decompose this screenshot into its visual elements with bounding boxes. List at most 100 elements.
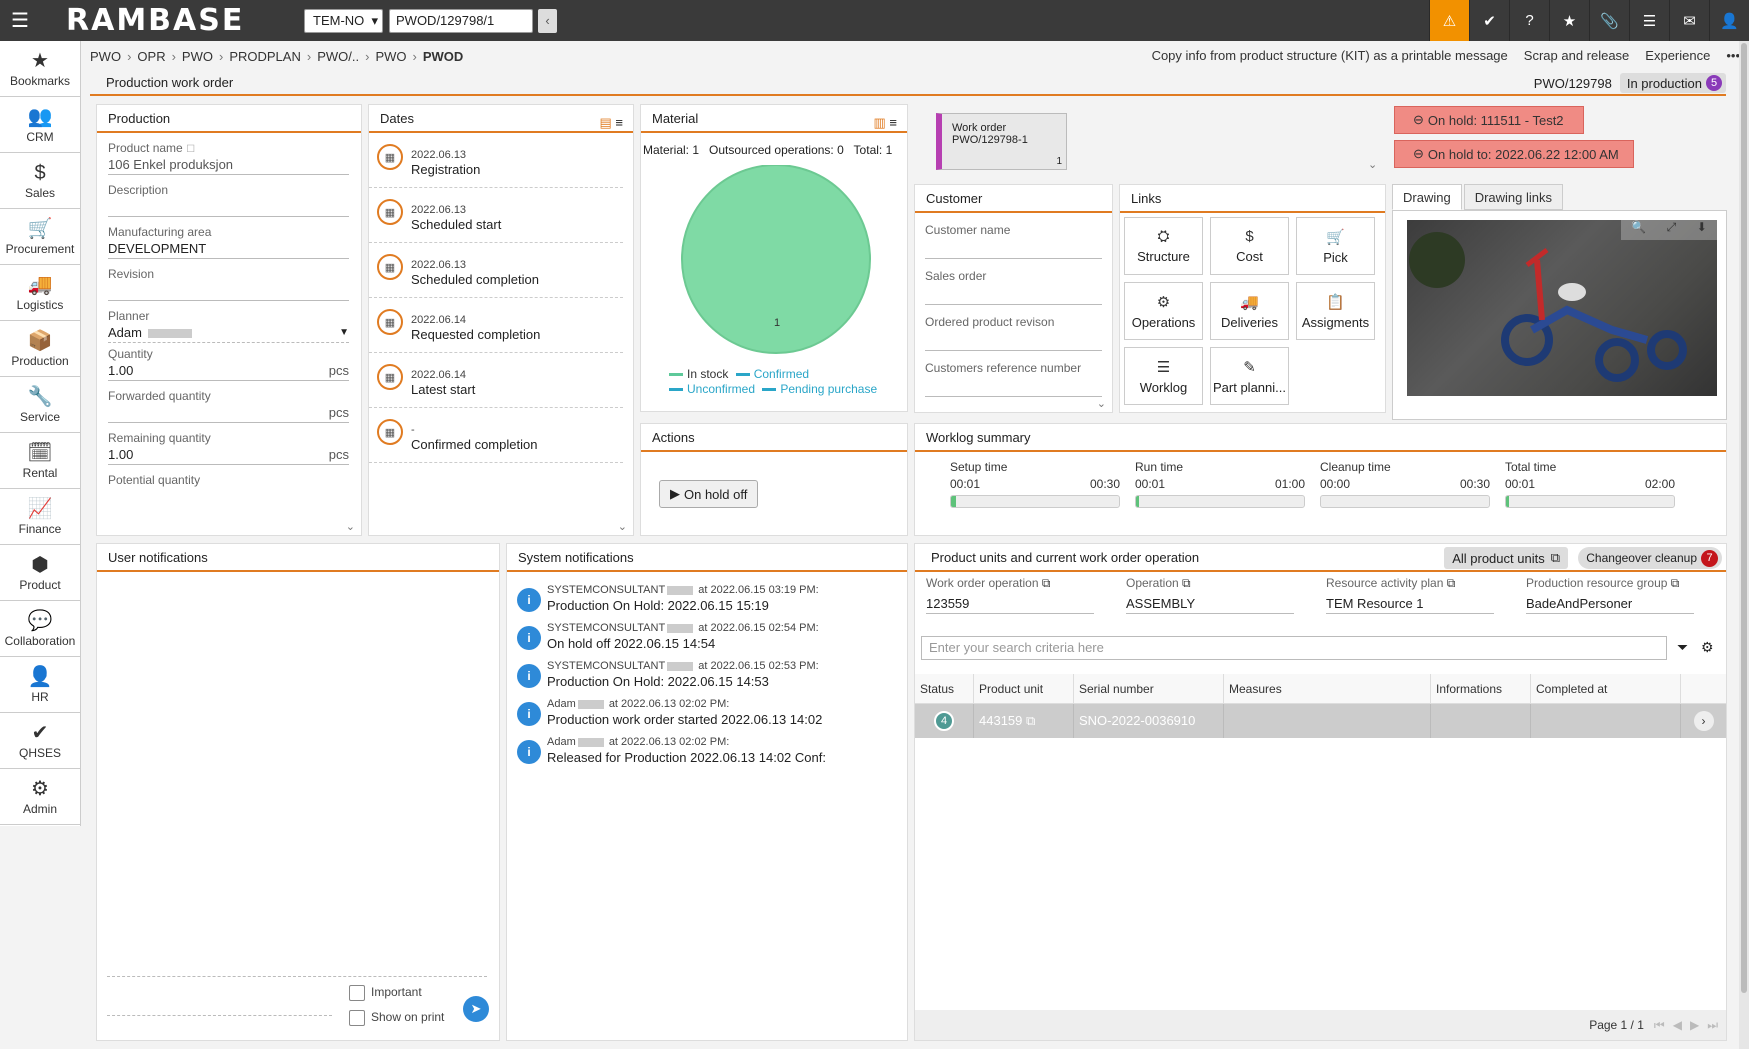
customer-field-value[interactable]: [925, 237, 1102, 259]
sidebar-item-procurement[interactable]: 🛒 Procurement: [0, 209, 80, 265]
expand-icon[interactable]: ⌄: [618, 520, 627, 533]
menu-icon[interactable]: ≡: [889, 115, 897, 130]
help-icon[interactable]: ?: [1509, 0, 1549, 41]
breadcrumb-item[interactable]: PWO: [182, 49, 213, 64]
revision-field[interactable]: [108, 281, 349, 301]
company-select[interactable]: TEM-NO ▾: [304, 8, 383, 33]
document-id-input[interactable]: PWOD/129798/1: [389, 8, 533, 33]
sidebar-item-sales[interactable]: $ Sales: [0, 153, 80, 209]
forwarded-quantity-field[interactable]: pcs: [108, 403, 349, 423]
sidebar-item-bookmarks[interactable]: ★ Bookmarks: [0, 41, 80, 97]
column-header-status[interactable]: Status: [915, 674, 974, 703]
sidebar-item-crm[interactable]: 👥 CRM: [0, 97, 80, 153]
sidebar-item-qhses[interactable]: ✔ QHSES: [0, 713, 80, 769]
customer-field[interactable]: Sales order: [925, 269, 1102, 305]
sidebar-item-finance[interactable]: 📈 Finance: [0, 489, 80, 545]
message-input-secondary[interactable]: [107, 1015, 332, 1016]
customer-field-value[interactable]: [925, 329, 1102, 351]
customer-field-value[interactable]: [925, 375, 1102, 397]
sidebar-item-collaboration[interactable]: 💬 Collaboration: [0, 601, 80, 657]
checkbox[interactable]: [349, 985, 365, 1001]
hamburger-menu-icon[interactable]: ☰: [0, 0, 40, 41]
breadcrumb-action-link[interactable]: Copy info from product structure (KIT) a…: [1152, 48, 1508, 63]
prev-page-icon[interactable]: ◀: [1673, 1018, 1682, 1032]
sidebar-item-logistics[interactable]: 🚚 Logistics: [0, 265, 80, 321]
sidebar-item-rental[interactable]: 🗓 Rental: [0, 433, 80, 489]
link-operations-button[interactable]: ⚙ Operations: [1124, 282, 1203, 340]
more-actions-icon[interactable]: •••: [1726, 48, 1740, 63]
row-expand-button[interactable]: ›: [1681, 704, 1726, 738]
link-assigments-button[interactable]: 📋 Assigments: [1296, 282, 1375, 340]
on-hold-to-badge[interactable]: ⊖ On hold to: 2022.06.22 12:00 AM: [1394, 140, 1634, 168]
on-hold-off-button[interactable]: ▶ On hold off: [659, 480, 759, 508]
link-pick-button[interactable]: 🛒 Pick: [1296, 217, 1375, 275]
expand-icon[interactable]: ⌄: [1368, 158, 1377, 171]
breadcrumb-action-link[interactable]: Experience: [1645, 48, 1710, 63]
tab-drawing[interactable]: Drawing: [1392, 184, 1462, 210]
expand-icon[interactable]: ⌄: [1097, 397, 1106, 410]
link-worklog-button[interactable]: ☰ Worklog: [1124, 347, 1203, 405]
customer-field-value[interactable]: [925, 283, 1102, 305]
next-page-icon[interactable]: ▶: [1690, 1018, 1699, 1032]
breadcrumb-action-link[interactable]: Scrap and release: [1524, 48, 1630, 63]
product-unit-field-label[interactable]: Resource activity plan ⧉: [1326, 576, 1494, 591]
breadcrumb-item[interactable]: PWO: [90, 49, 121, 64]
column-header-completed-at[interactable]: Completed at: [1531, 674, 1681, 703]
sidebar-item-admin[interactable]: ⚙ Admin: [0, 769, 80, 825]
tab-drawing-links[interactable]: Drawing links: [1463, 184, 1563, 210]
product-unit-field-label[interactable]: Operation ⧉: [1126, 576, 1294, 591]
first-page-icon[interactable]: ⏮: [1654, 1018, 1665, 1033]
breadcrumb-item[interactable]: PWO/..: [317, 49, 359, 64]
paperclip-icon[interactable]: 📎: [1589, 0, 1629, 41]
customer-field[interactable]: Ordered product revison: [925, 315, 1102, 351]
status-badge[interactable]: In production 5: [1619, 73, 1726, 93]
show-on-print-checkbox[interactable]: Show on print: [349, 1010, 444, 1026]
link-cost-button[interactable]: $ Cost: [1210, 217, 1289, 275]
filter-icon[interactable]: ⏷: [1677, 639, 1688, 656]
zoom-icon[interactable]: 🔍: [1631, 220, 1646, 240]
remaining-quantity-field[interactable]: 1.00 pcs: [108, 445, 349, 465]
product-name-value[interactable]: 106 Enkel produksjon: [108, 155, 349, 175]
changeover-cleanup-badge[interactable]: Changeover cleanup 7: [1578, 547, 1722, 569]
work-order-card[interactable]: Work order PWO/129798-1 1: [936, 113, 1067, 170]
sidebar-item-product[interactable]: ⬢ Product: [0, 545, 80, 601]
page-scrollbar[interactable]: [1739, 41, 1749, 1049]
last-page-icon[interactable]: ⏭: [1707, 1018, 1718, 1033]
menu-icon[interactable]: ≡: [615, 115, 623, 130]
search-input[interactable]: Enter your search criteria here: [921, 636, 1667, 660]
sidebar-item-production[interactable]: 📦 Production: [0, 321, 80, 377]
all-product-units-button[interactable]: All product units ⧉: [1444, 547, 1568, 569]
open-external-icon[interactable]: ⤢: [1667, 220, 1677, 240]
sidebar-item-service[interactable]: 🔧 Service: [0, 377, 80, 433]
description-field[interactable]: [108, 197, 349, 217]
important-checkbox[interactable]: Important: [349, 985, 422, 1001]
drawing-image[interactable]: 🔍 ⤢ ⬇: [1407, 220, 1717, 396]
user-icon[interactable]: 👤: [1709, 0, 1749, 41]
warning-icon[interactable]: ⚠: [1429, 0, 1469, 41]
link-deliveries-button[interactable]: 🚚 Deliveries: [1210, 282, 1289, 340]
link-structure-button[interactable]: ⛭ Structure: [1124, 217, 1203, 275]
breadcrumb-item[interactable]: PRODPLAN: [229, 49, 301, 64]
back-button[interactable]: ‹: [538, 8, 557, 33]
link-part-planni-button[interactable]: ✎ Part planni...: [1210, 347, 1289, 405]
settings-gear-icon[interactable]: ⚙: [1701, 639, 1714, 656]
expand-icon[interactable]: ⌄: [346, 520, 355, 533]
mail-icon[interactable]: ✉: [1669, 0, 1709, 41]
column-header-serial-number[interactable]: Serial number: [1074, 674, 1224, 703]
table-row[interactable]: 4 443159 ⧉ SNO-2022-0036910 ›: [915, 704, 1726, 738]
message-input[interactable]: [107, 976, 487, 977]
breadcrumb-item[interactable]: PWO: [375, 49, 406, 64]
send-message-button[interactable]: ➤: [463, 996, 489, 1022]
customer-field[interactable]: Customers reference number: [925, 361, 1102, 397]
chart-view-icon[interactable]: ▥: [873, 115, 885, 130]
breadcrumb-item[interactable]: OPR: [137, 49, 165, 64]
check-badge-icon[interactable]: ✔: [1469, 0, 1509, 41]
planner-select[interactable]: Adam ▼: [108, 323, 349, 343]
star-icon[interactable]: ★: [1549, 0, 1589, 41]
manufacturing-area-value[interactable]: DEVELOPMENT: [108, 239, 349, 259]
product-unit-field-label[interactable]: Work order operation ⧉: [926, 576, 1094, 591]
list-view-icon[interactable]: ▤: [599, 115, 611, 130]
product-unit-cell[interactable]: 443159 ⧉: [974, 704, 1074, 738]
quantity-field[interactable]: 1.00 pcs: [108, 361, 349, 381]
download-icon[interactable]: ⬇: [1697, 220, 1707, 240]
